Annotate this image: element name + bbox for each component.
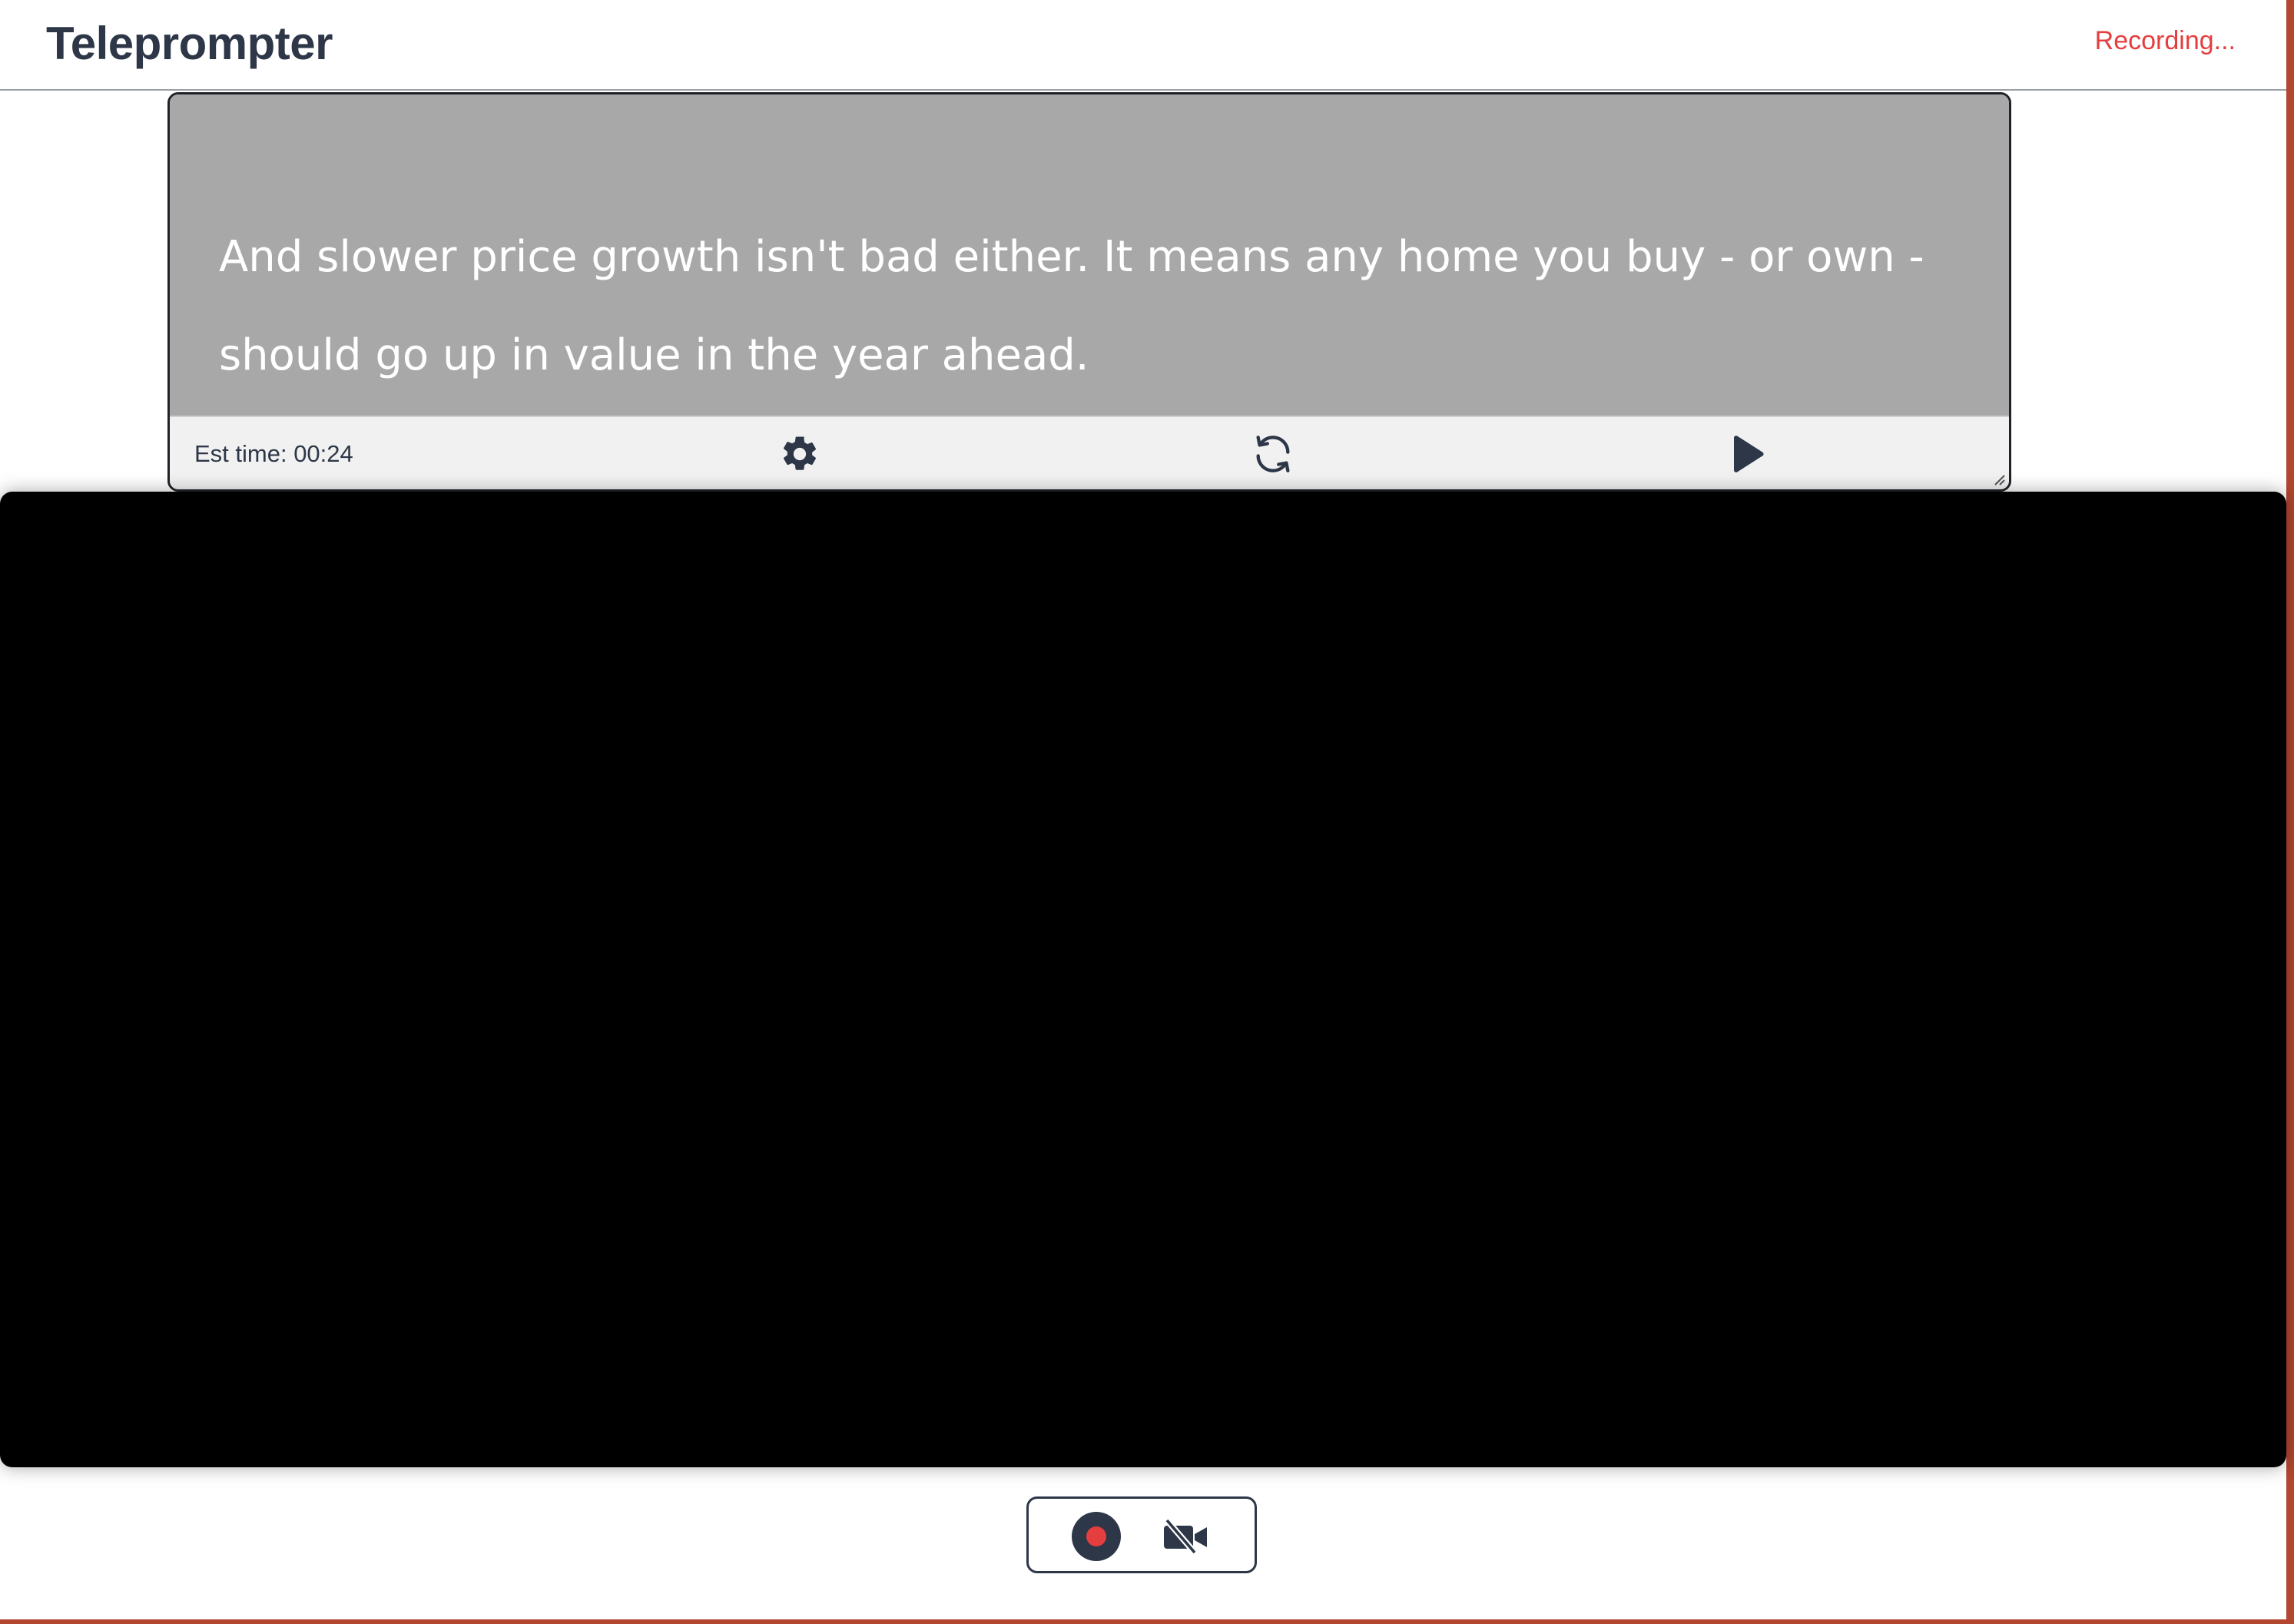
toggle-camera-button[interactable] bbox=[1159, 1514, 1212, 1559]
window-bottom-edge bbox=[0, 1619, 2294, 1624]
refresh-icon bbox=[1256, 436, 1290, 472]
video-off-icon bbox=[1164, 1518, 1207, 1555]
camera-preview bbox=[0, 492, 2286, 1467]
play-icon bbox=[1734, 436, 1764, 472]
app-header: Teleprompter Recording... bbox=[0, 0, 2286, 91]
window-edge bbox=[2286, 0, 2294, 1624]
resize-handle-icon[interactable] bbox=[1992, 472, 2006, 486]
script-text: And slower price growth isn't bad either… bbox=[219, 232, 1924, 380]
record-controls bbox=[1026, 1496, 1257, 1573]
record-icon bbox=[1086, 1526, 1106, 1546]
prompter-controls: Est time: 00:24 bbox=[170, 416, 2009, 489]
gear-icon bbox=[783, 436, 817, 470]
app-title: Teleprompter bbox=[46, 18, 333, 69]
settings-button[interactable] bbox=[777, 431, 823, 477]
play-button[interactable] bbox=[1725, 431, 1771, 477]
recording-status: Recording... bbox=[2094, 26, 2236, 55]
record-button[interactable] bbox=[1072, 1512, 1121, 1561]
script-display[interactable]: And slower price growth isn't bad either… bbox=[170, 94, 2009, 416]
reset-button[interactable] bbox=[1250, 431, 1296, 477]
estimated-time: Est time: 00:24 bbox=[194, 440, 353, 467]
teleprompter-panel: And slower price growth isn't bad either… bbox=[167, 92, 2011, 492]
